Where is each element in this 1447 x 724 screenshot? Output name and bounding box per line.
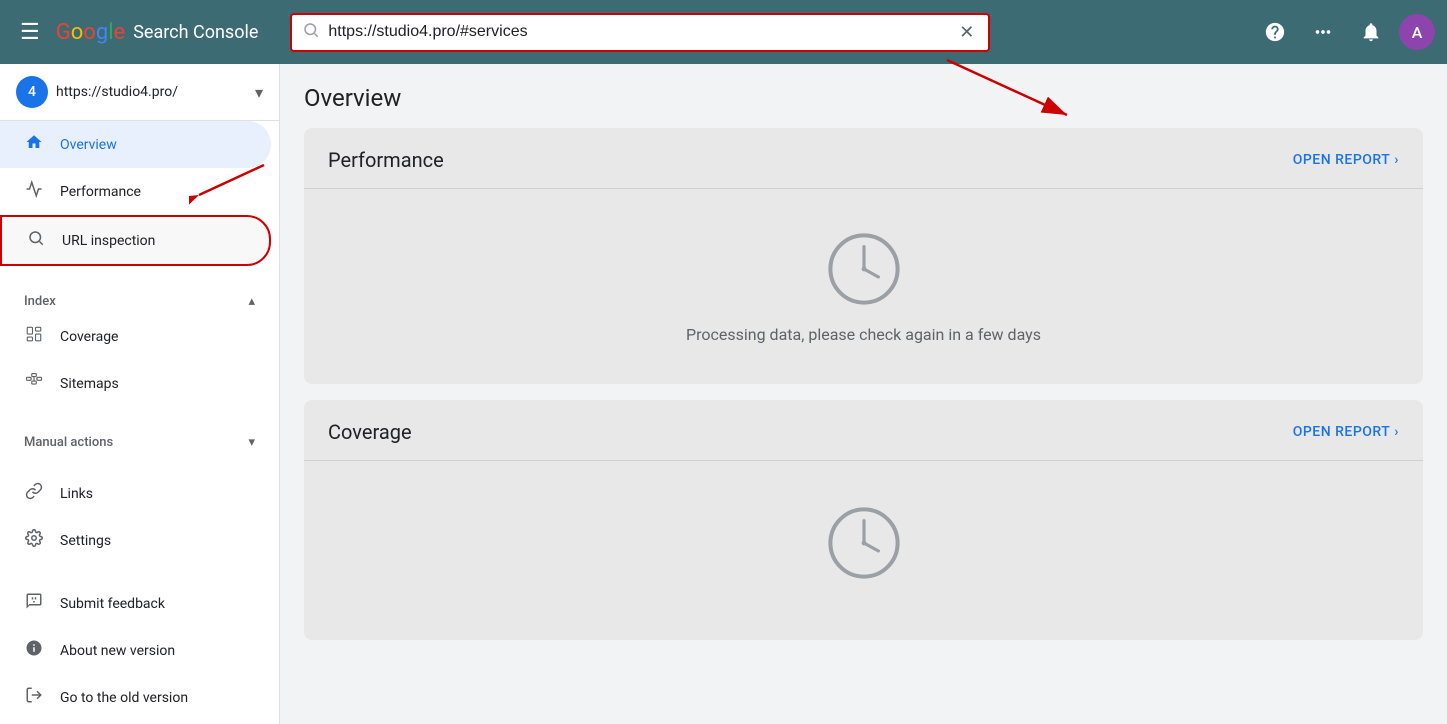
property-number: 4 [16,76,48,108]
sidebar-item-performance-label: Performance [60,184,141,200]
sidebar-item-coverage[interactable]: Coverage [0,313,279,360]
sidebar: 4 https://studio4.pro/ ▾ Overview Perfor… [0,64,280,724]
sidebar-item-about-new-version-label: About new version [60,643,175,659]
chevron-down-icon: ▾ [255,83,263,102]
clock-icon-2 [824,503,904,583]
sidebar-item-overview[interactable]: Overview [0,121,271,168]
performance-card-message: Processing data, please check again in a… [686,325,1041,344]
sidebar-item-submit-feedback[interactable]: Submit feedback [0,580,279,627]
chevron-right-icon-2: › [1394,424,1399,440]
url-search-bar[interactable]: ✕ [290,13,990,52]
performance-card-title: Performance [328,148,444,172]
help-button[interactable] [1255,12,1295,52]
coverage-card-header: Coverage OPEN REPORT › [304,400,1423,460]
hamburger-button[interactable]: ☰ [12,11,48,53]
sidebar-item-url-inspection-label: URL inspection [62,233,155,249]
sidebar-item-settings[interactable]: Settings [0,517,279,564]
logo-area: Google Search Console [56,20,259,45]
search-icon [302,21,320,44]
performance-card-header: Performance OPEN REPORT › [304,128,1423,188]
logo-product-name: Search Console [133,22,258,43]
page-title: Overview [304,84,1423,112]
coverage-card-body [304,460,1423,640]
page-header: Overview [280,64,1447,128]
top-header: ☰ Google Search Console ✕ [0,0,1447,64]
sidebar-item-overview-label: Overview [60,137,117,153]
header-actions: A [1255,12,1435,52]
sidebar-item-links-label: Links [60,486,93,502]
clock-icon [824,229,904,309]
sidebar-item-about-new-version[interactable]: About new version [0,627,279,674]
notifications-button[interactable] [1351,12,1391,52]
links-icon [24,482,44,505]
avatar[interactable]: A [1399,14,1435,50]
index-section-header[interactable]: Index ▴ [0,282,279,313]
sidebar-item-links[interactable]: Links [0,470,279,517]
home-icon [24,133,44,156]
main-content: Overview Performance OPEN REPORT › [280,64,1447,724]
coverage-card: Coverage OPEN REPORT › [304,400,1423,640]
coverage-open-report-link[interactable]: OPEN REPORT › [1293,424,1399,440]
search-icon [26,229,46,252]
url-search-input[interactable] [328,23,947,41]
performance-card: Performance OPEN REPORT › Processing dat… [304,128,1423,384]
index-section-label: Index [24,294,56,309]
info-icon [24,639,44,662]
chevron-down-icon: ▾ [248,435,255,450]
sidebar-item-submit-feedback-label: Submit feedback [60,596,165,612]
property-url: https://studio4.pro/ [56,84,247,100]
coverage-open-report-label: OPEN REPORT [1293,424,1391,440]
apps-button[interactable] [1303,12,1343,52]
performance-nav-wrapper: Performance [0,168,279,215]
chevron-right-icon: › [1394,152,1399,168]
sidebar-item-sitemaps[interactable]: Sitemaps [0,360,279,407]
performance-open-report-link[interactable]: OPEN REPORT › [1293,152,1399,168]
cards-area: Performance OPEN REPORT › Processing dat… [280,128,1447,680]
coverage-icon [24,325,44,348]
clear-search-button[interactable]: ✕ [955,22,978,43]
logo-google: Google [56,20,125,45]
sidebar-item-sitemaps-label: Sitemaps [60,376,119,392]
sidebar-item-performance[interactable]: Performance [0,168,279,215]
sidebar-item-settings-label: Settings [60,533,111,549]
feedback-icon [24,592,44,615]
chevron-up-icon: ▴ [248,294,255,309]
manual-actions-section-header[interactable]: Manual actions ▾ [0,423,279,454]
manual-actions-label: Manual actions [24,435,113,450]
coverage-card-title: Coverage [328,420,412,444]
sidebar-item-old-version[interactable]: Go to the old version [0,674,279,721]
performance-open-report-label: OPEN REPORT [1293,152,1391,168]
sitemaps-icon [24,372,44,395]
settings-icon [24,529,44,552]
sidebar-item-url-inspection[interactable]: URL inspection [0,215,271,266]
sidebar-item-coverage-label: Coverage [60,329,118,345]
sidebar-item-old-version-label: Go to the old version [60,690,188,706]
performance-card-body: Processing data, please check again in a… [304,188,1423,384]
performance-icon [24,180,44,203]
body-layout: 4 https://studio4.pro/ ▾ Overview Perfor… [0,64,1447,724]
property-selector[interactable]: 4 https://studio4.pro/ ▾ [0,64,279,121]
exit-icon [24,686,44,709]
